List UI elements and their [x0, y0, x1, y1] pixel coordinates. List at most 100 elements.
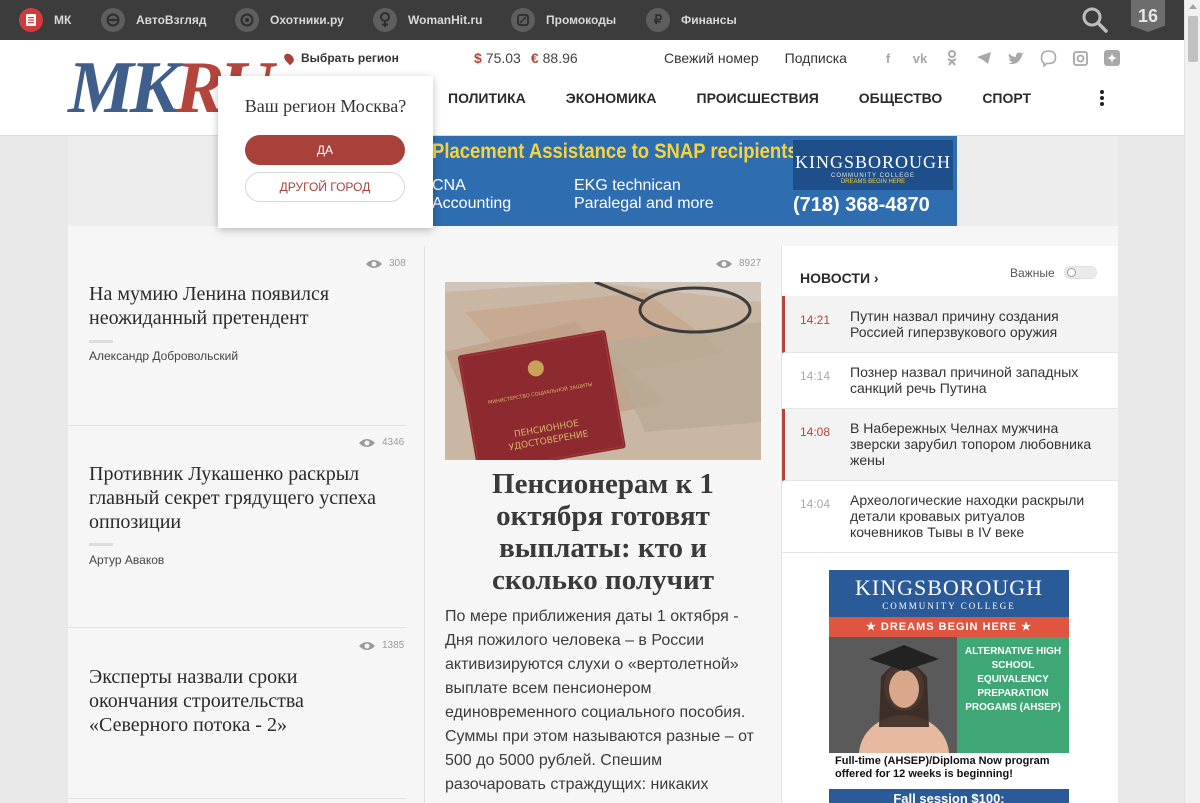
separator	[89, 543, 113, 546]
views-counter: 4346	[358, 437, 404, 448]
news-text: Археологические находки раскрыли детали …	[850, 492, 1085, 540]
featured-article-image[interactable]: МИНИСТЕРСТВО СОЦИАЛЬНОЙ ЗАЩИТЫ ПЕНСИОННО…	[445, 282, 761, 460]
female-icon	[373, 8, 397, 32]
article-card[interactable]: 308 На мумию Ленина появился неожиданный…	[68, 246, 406, 425]
main-nav: ПОЛИТИКА ЭКОНОМИКА ПРОИСШЕСТВИЯ ОБЩЕСТВО…	[448, 90, 1031, 106]
eye-icon	[716, 259, 732, 268]
article-title[interactable]: Противник Лукашенко раскрыл главный секр…	[89, 462, 409, 534]
region-yes-button[interactable]: ДА	[245, 135, 405, 165]
network-link-promokody[interactable]: Промокоды	[511, 8, 616, 32]
banner-brand: KINGSBOROUGH	[794, 152, 951, 172]
social-links: f vk	[872, 48, 1128, 68]
network-link-autovzglyad[interactable]: АвтоВзгляд	[101, 8, 207, 32]
article-title[interactable]: Эксперты назвали сроки окончания строите…	[89, 665, 389, 737]
instagram-icon[interactable]	[1064, 48, 1096, 68]
news-time: 14:21	[800, 313, 831, 327]
telegram-icon[interactable]	[968, 48, 1000, 68]
network-link-finansy[interactable]: ₽ Финансы	[646, 8, 737, 32]
network-label: Охотники.ру	[270, 13, 344, 27]
dot	[1100, 96, 1104, 100]
banner-phone: (718) 368-4870	[793, 194, 930, 216]
search-button[interactable]	[1082, 7, 1108, 33]
news-item[interactable]: 14:08 В Набережных Челнах мужчина зверск…	[782, 409, 1118, 481]
side-ad-brand-sub: COMMUNITY COLLEGE	[882, 601, 1016, 611]
news-text: В Набережных Челнах мужчина зверски зару…	[850, 420, 1092, 468]
facebook-icon[interactable]: f	[872, 48, 904, 68]
eur-value: 88.96	[542, 50, 578, 66]
side-ad-banner[interactable]: KINGSBOROUGH COMMUNITY COLLEGE ★ DREAMS …	[829, 570, 1069, 803]
views-counter: 308	[365, 258, 406, 269]
eur-rate: €88.96	[531, 50, 578, 66]
top-links: Свежий номер Подписка	[664, 50, 847, 66]
region-other-city-button[interactable]: ДРУГОЙ ГОРОД	[245, 172, 405, 202]
news-item[interactable]: 14:04 Археологические находки раскрыли д…	[782, 481, 1118, 553]
yandex-zen-icon[interactable]	[1096, 48, 1128, 68]
side-ad-tag: ★ DREAMS BEGIN HERE ★	[829, 617, 1069, 637]
usd-value: 75.03	[485, 50, 521, 66]
news-heading: НОВОСТИ	[800, 270, 871, 286]
dot	[1100, 102, 1104, 106]
twitter-icon[interactable]	[1000, 48, 1032, 68]
article-author[interactable]: Александр Добровольский	[89, 349, 238, 363]
news-heading-link[interactable]: НОВОСТИ ›	[800, 270, 879, 286]
banner-headline: Placement Assistance to SNAP recipients	[432, 140, 798, 163]
toggle-knob	[1067, 268, 1076, 277]
news-text: Путин назвал причину создания Россией ги…	[850, 308, 1059, 340]
eye-icon	[366, 259, 382, 268]
news-time: 14:14	[800, 369, 831, 383]
site-header: MKRU Выбрать регион $75.03 €88.96 Свежий…	[0, 40, 1184, 136]
chevron-right-icon: ›	[873, 270, 879, 286]
viber-icon[interactable]	[1032, 48, 1064, 68]
views-count: 308	[389, 258, 406, 269]
article-card[interactable]: 1385 Эксперты назвали сроки окончания ст…	[68, 627, 406, 803]
featured-article-lead: По мере приближения даты 1 октября - Дня…	[445, 608, 754, 793]
page-scrollbar[interactable]	[1184, 0, 1200, 803]
views-count: 8927	[739, 258, 762, 269]
search-icon	[1082, 7, 1108, 33]
more-menu-button[interactable]	[1098, 90, 1106, 106]
featured-article-title[interactable]: Пенсионерам к 1 октября готовят выплаты:…	[445, 468, 761, 596]
subscription-link[interactable]: Подписка	[785, 50, 847, 66]
fresh-issue-link[interactable]: Свежий номер	[664, 50, 759, 66]
top-ad-banner[interactable]: Placement Assistance to SNAP recipients …	[432, 136, 957, 226]
article-author[interactable]: Артур Аваков	[89, 553, 164, 567]
separator	[89, 340, 113, 343]
side-ad-footer: Fall session $100:	[829, 789, 1069, 803]
banner-brand-box: KINGSBOROUGH COMMUNITY COLLEGE DREAMS BE…	[793, 140, 953, 190]
news-item[interactable]: 14:14 Познер назвал причиной западных са…	[782, 353, 1118, 409]
steering-wheel-icon	[101, 8, 125, 32]
location-pin-icon	[282, 51, 296, 65]
network-label: Промокоды	[546, 13, 617, 27]
views-count: 4346	[382, 437, 405, 448]
region-popup: Ваш регион Москва? ДА ДРУГОЙ ГОРОД	[218, 76, 433, 228]
news-time: 14:08	[800, 425, 831, 439]
odnoklassniki-icon[interactable]	[936, 48, 968, 68]
nav-politics[interactable]: ПОЛИТИКА	[448, 90, 526, 106]
network-bar: МК АвтоВзгляд Охотники.ру WomanHit.ru Пр…	[0, 0, 1200, 40]
nav-sport[interactable]: СПОРТ	[982, 90, 1031, 106]
ruble-icon: ₽	[646, 8, 670, 32]
region-question: Ваш регион Москва?	[244, 96, 407, 116]
vk-icon[interactable]: vk	[904, 48, 936, 68]
article-card[interactable]: 4346 Противник Лукашенко раскрыл главный…	[68, 425, 406, 627]
nav-incidents[interactable]: ПРОИСШЕСТВИЯ	[697, 90, 819, 106]
side-ad-program: ALTERNATIVE HIGH SCHOOL EQUIVALENCY PREP…	[957, 637, 1069, 753]
banner-line-cna: CNA	[432, 177, 466, 194]
nav-society[interactable]: ОБЩЕСТВО	[859, 90, 943, 106]
scroll-up-arrow-icon[interactable]	[1189, 4, 1197, 9]
column-divider	[424, 246, 425, 803]
network-label: МК	[54, 13, 72, 27]
choose-region-link[interactable]: Выбрать регион	[282, 51, 399, 65]
nav-economy[interactable]: ЭКОНОМИКА	[566, 90, 657, 106]
network-link-ohotniki[interactable]: Охотники.ру	[235, 8, 344, 32]
important-toggle[interactable]	[1064, 266, 1097, 279]
network-link-mk[interactable]: МК	[19, 8, 71, 32]
scrollbar-thumb[interactable]	[1188, 16, 1198, 62]
banner-brand-tag: DREAMS BEGIN HERE	[840, 179, 906, 185]
news-item[interactable]: 14:21 Путин назвал причину создания Росс…	[782, 296, 1118, 353]
article-title[interactable]: На мумию Ленина появился неожиданный пре…	[89, 282, 389, 330]
network-label: Финансы	[681, 13, 737, 27]
network-link-womanhit[interactable]: WomanHit.ru	[373, 8, 482, 32]
euro-icon: €	[530, 50, 539, 66]
dollar-icon: $	[474, 50, 482, 66]
